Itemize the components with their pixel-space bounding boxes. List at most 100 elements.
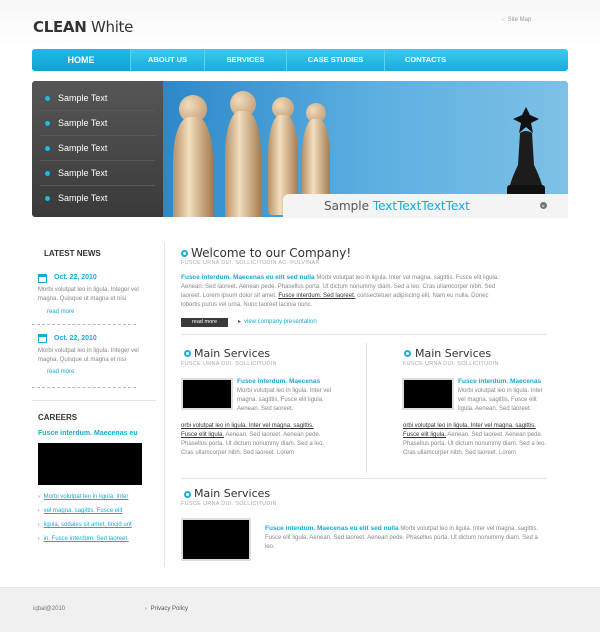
logo[interactable]: CLEAN White xyxy=(33,18,133,36)
careers-link-label: in. Fusce interdum. Sed laoreet. xyxy=(43,536,129,542)
circle-bullet-icon xyxy=(184,491,191,498)
news-read-more-link[interactable]: read more xyxy=(47,309,74,315)
news-date: Oct. 22, 2010 xyxy=(54,274,97,281)
careers-link[interactable]: › ligula, sodales sit amet, tincid unt xyxy=(38,522,132,528)
circle-bullet-icon xyxy=(45,121,50,126)
service-thumbnail xyxy=(181,378,233,410)
service-long-text: orbi volutpat leo in ligula. Inter vel m… xyxy=(181,422,331,458)
view-presentation-link[interactable]: ▸ view company presentation xyxy=(238,318,317,325)
services-title: Main Services xyxy=(194,347,271,360)
arrow-right-icon: › xyxy=(38,494,40,500)
arrow-right-icon: › xyxy=(502,17,504,23)
arrow-right-icon: ▸ xyxy=(238,319,242,325)
news-read-more-link[interactable]: read more xyxy=(47,369,74,375)
nav-services[interactable]: SERVICES xyxy=(205,49,287,71)
service-thumbnail xyxy=(181,518,251,561)
welcome-inline-link[interactable]: Fusce interdum. Sed laoreet. xyxy=(278,293,355,299)
nav-case-studies[interactable]: CASE STUDIES xyxy=(287,49,385,71)
service-inline-link[interactable]: orbi volutpat leo in ligula. Inter vel m… xyxy=(181,423,314,429)
sitemap-link[interactable]: › Site Map xyxy=(502,17,531,23)
service-lead: Fusce interdum. Maecenas eu elit sed nul… xyxy=(265,525,399,532)
arrow-right-icon[interactable]: ▸ xyxy=(540,202,547,209)
pawn-body xyxy=(173,117,213,217)
service-inline-link[interactable]: Fusce elit ligula. xyxy=(181,432,224,438)
welcome-lead: Fusce interdum. Maecenas eu elit sed nul… xyxy=(181,274,315,281)
side-menu-item[interactable]: Sample Text xyxy=(32,186,163,211)
calendar-icon xyxy=(38,274,47,283)
circle-bullet-icon xyxy=(181,250,188,257)
divider xyxy=(181,334,547,335)
service-lead: Fusce interdum. Maecenas xyxy=(237,378,321,385)
service-text: Morbi volutpat leo in ligula. Inter vel … xyxy=(458,388,543,412)
black-chess-piece xyxy=(507,107,545,197)
circle-bullet-icon xyxy=(45,146,50,151)
welcome-title: Welcome to our Company! xyxy=(191,246,352,260)
arrow-right-icon: › xyxy=(38,536,40,542)
careers-link[interactable]: › Morbi volutpat leo in ligula. Inter xyxy=(38,494,128,500)
service-inline-link[interactable]: Fusce elit ligula. xyxy=(403,432,446,438)
service-lead: Fusce interdum. Maecenas xyxy=(458,378,542,385)
careers-link[interactable]: › vel magna. sagittis. Fusce elit xyxy=(38,508,122,514)
welcome-paragraph: Fusce interdum. Maecenas eu elit sed nul… xyxy=(181,273,499,310)
service-text-block: Fusce interdum. Maecenas eu elit sed nul… xyxy=(265,524,545,552)
circle-bullet-icon xyxy=(45,196,50,201)
careers-image xyxy=(38,443,142,485)
main-nav: HOME ABOUT US SERVICES CASE STUDIES CONT… xyxy=(32,49,568,71)
divider xyxy=(32,387,136,388)
banner-caption: Sample TextTextTextText ▸ xyxy=(283,194,568,218)
column-divider xyxy=(366,343,367,473)
services-title: Main Services xyxy=(415,347,492,360)
side-menu-label: Sample Text xyxy=(58,143,108,153)
view-presentation-label: view company presentation xyxy=(244,319,317,325)
logo-light: White xyxy=(90,18,134,36)
sitemap-label: Site Map xyxy=(507,17,532,23)
welcome-subtitle: FUSCE URNA DUI. SOLLICITUDIN AC. PULVINA… xyxy=(181,260,320,266)
calendar-icon xyxy=(38,334,47,343)
divider xyxy=(32,400,156,401)
services-subtitle: FUSCE URNA DUI. SOLLICITUDIN xyxy=(403,361,499,367)
service-thumbnail xyxy=(402,378,454,410)
nav-about-us[interactable]: ABOUT US xyxy=(131,49,205,71)
side-menu-label: Sample Text xyxy=(58,118,108,128)
careers-link[interactable]: › in. Fusce interdum. Sed laoreet. xyxy=(38,536,129,542)
circle-bullet-icon xyxy=(184,350,191,357)
side-menu-label: Sample Text xyxy=(58,168,108,178)
circle-bullet-icon xyxy=(45,171,50,176)
circle-bullet-icon xyxy=(404,350,411,357)
news-text: Morbi volutpat leo in ligula. Integer ve… xyxy=(38,287,139,302)
services-title: Main Services xyxy=(194,487,271,500)
service-text: Morbi volutpat leo in ligula. Inter vel … xyxy=(237,388,332,412)
privacy-policy-link[interactable]: › Privacy Policy xyxy=(145,606,188,612)
column-divider xyxy=(164,242,165,567)
side-menu: Sample Text Sample Text Sample Text Samp… xyxy=(32,81,163,217)
services-subtitle: FUSCE URNA DUI. SOLLICITUDIN xyxy=(181,501,277,507)
divider xyxy=(32,324,136,325)
circle-bullet-icon xyxy=(45,96,50,101)
nav-home[interactable]: HOME xyxy=(32,49,131,71)
nav-contacts[interactable]: CONTACTS xyxy=(385,49,568,71)
side-menu-label: Sample Text xyxy=(58,193,108,203)
news-date: Oct. 22, 2010 xyxy=(54,335,97,342)
side-menu-label: Sample Text xyxy=(58,93,108,103)
pawn-piece xyxy=(168,95,218,217)
careers-title: Fusce interdum. Maecenas eu xyxy=(38,430,138,437)
service-inline-link[interactable]: orbi volutpat leo in ligula. Inter vel m… xyxy=(403,423,536,429)
pawn-body xyxy=(225,111,261,217)
read-more-button[interactable]: read more xyxy=(181,318,228,327)
copyright: iqbal@2010 xyxy=(33,606,66,612)
divider xyxy=(181,478,547,479)
side-menu-item[interactable]: Sample Text xyxy=(32,111,163,136)
careers-link-label: vel magna. sagittis. Fusce elit xyxy=(43,508,123,514)
careers-heading: CAREERS xyxy=(38,413,78,422)
pawn-piece xyxy=(220,91,266,217)
arrow-right-icon: › xyxy=(38,522,40,528)
side-menu-item[interactable]: Sample Text xyxy=(32,86,163,111)
service-short-text: Fusce interdum. Maecenas Morbi volutpat l… xyxy=(237,377,332,414)
privacy-policy-label: Privacy Policy xyxy=(150,606,189,612)
page: CLEAN White › Site Map HOME ABOUT US SERV… xyxy=(0,0,600,632)
arrow-right-icon: › xyxy=(145,606,147,612)
service-short-text: Fusce interdum. Maecenas Morbi volutpat l… xyxy=(458,377,550,414)
side-menu-item[interactable]: Sample Text xyxy=(32,161,163,186)
banner-caption-text: Sample TextTextTextText xyxy=(324,199,470,213)
side-menu-item[interactable]: Sample Text xyxy=(32,136,163,161)
